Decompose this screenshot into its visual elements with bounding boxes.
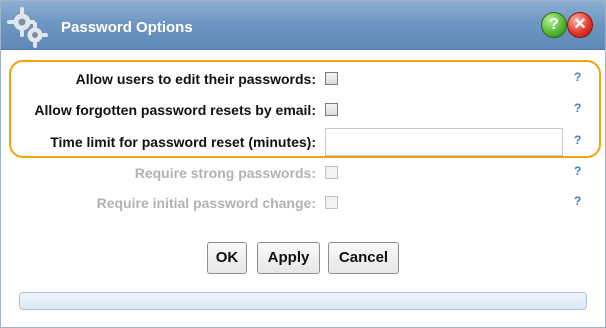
field-label: Require initial password change:	[96, 195, 316, 211]
close-icon: ✕	[573, 16, 587, 33]
field-row-edit-passwords: Allow users to edit their passwords: ?	[1, 67, 605, 91]
close-button[interactable]: ✕	[567, 12, 593, 38]
help-link[interactable]: ?	[574, 164, 581, 178]
field-row-initial-change: Require initial password change: ?	[1, 191, 605, 215]
dialog-title: Password Options	[61, 19, 193, 36]
field-row-reset-time-limit: Time limit for password reset (minutes):…	[1, 128, 605, 156]
field-row-strong-passwords: Require strong passwords: ?	[1, 161, 605, 185]
help-link[interactable]: ?	[574, 70, 581, 84]
allow-email-reset-checkbox[interactable]	[325, 103, 338, 116]
password-options-dialog: Password Options ? ✕ Allow users to edit…	[0, 0, 606, 328]
help-link[interactable]: ?	[574, 194, 581, 208]
gears-icon	[7, 7, 48, 48]
field-label: Allow users to edit their passwords:	[75, 71, 316, 87]
reset-time-limit-input[interactable]	[325, 128, 563, 156]
field-label: Time limit for password reset (minutes):	[50, 134, 316, 150]
status-bar	[19, 292, 587, 310]
apply-button[interactable]: Apply	[257, 242, 320, 274]
require-initial-change-checkbox	[325, 196, 338, 209]
field-row-reset-by-email: Allow forgotten password resets by email…	[1, 98, 605, 122]
help-link[interactable]: ?	[574, 133, 581, 147]
help-button[interactable]: ?	[541, 12, 567, 38]
cancel-button[interactable]: Cancel	[328, 242, 399, 274]
help-icon: ?	[549, 16, 559, 33]
ok-button[interactable]: OK	[207, 242, 247, 274]
help-link[interactable]: ?	[574, 101, 581, 115]
require-strong-passwords-checkbox	[325, 166, 338, 179]
title-bar[interactable]: Password Options ? ✕	[1, 1, 605, 50]
allow-edit-passwords-checkbox[interactable]	[325, 72, 338, 85]
field-label: Require strong passwords:	[134, 165, 316, 181]
field-label: Allow forgotten password resets by email…	[34, 102, 316, 118]
